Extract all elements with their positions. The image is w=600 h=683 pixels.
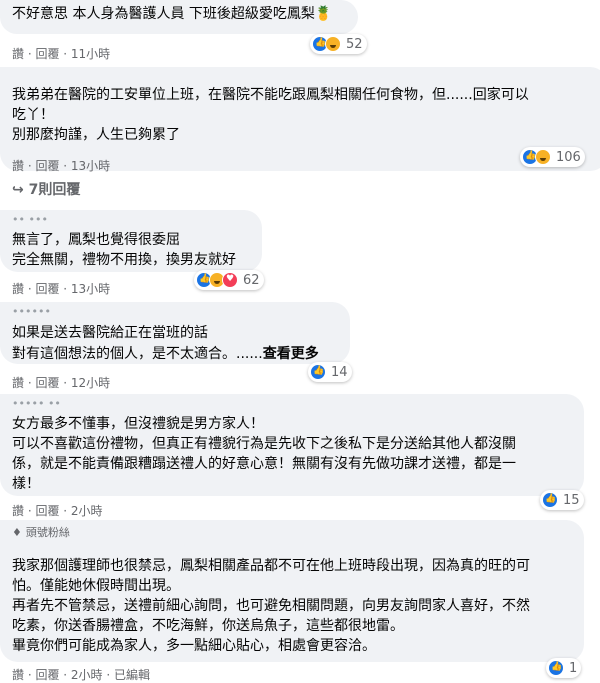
- reaction-count: 62: [243, 272, 260, 288]
- comment-actions[interactable]: 讚 · 回覆 · 13小時: [12, 157, 110, 174]
- comment-text: 女方最多不懂事，但沒禮貌是男方家人！ 可以不喜歡這份禮物，但真正有禮貌行為是先收…: [12, 416, 516, 492]
- haha-icon: [325, 36, 341, 52]
- reaction-summary[interactable]: 1: [546, 658, 582, 678]
- badge-label: 頭號粉絲: [25, 526, 70, 539]
- comment-actions[interactable]: 讚 · 回覆 · 11小時: [12, 45, 110, 62]
- comment-actions[interactable]: 讚 · 回覆 · 13小時: [12, 280, 110, 297]
- comment-bubble: •• ••• 無言了，鳳梨也覺得很委屈 完全無關，禮物不用換，換男友就好: [0, 210, 262, 272]
- comment-actions[interactable]: 讚 · 回覆 · 12小時: [12, 374, 110, 391]
- comment-text: 無言了，鳳梨也覺得很委屈 完全無關，禮物不用換，換男友就好: [12, 232, 236, 268]
- comment-text: 我弟弟在醫院的工安單位上班，在醫院不能吃跟鳳梨相關任何食物，但......回家可…: [12, 87, 529, 143]
- reaction-count: 1: [569, 660, 578, 676]
- reaction-summary[interactable]: 14: [308, 362, 352, 382]
- comment-bubble: •••••• 如果是送去醫院給正在當班的話 對有這個想法的個人，是不太適合。..…: [0, 302, 350, 364]
- author-name[interactable]: •• •••: [12, 210, 262, 230]
- see-more-link[interactable]: 查看更多: [263, 346, 319, 362]
- comment-text: 我家那個護理師也很禁忌，鳳梨相關產品都不可在他上班時段出現，因為真的旺的可 怕。…: [12, 558, 530, 654]
- reaction-count: 52: [346, 36, 363, 52]
- diamond-icon: ♦: [12, 525, 22, 539]
- comment-text: 不好意思 本人身為醫護人員 下班後超級愛吃鳳梨🍍: [12, 6, 333, 22]
- top-fan-badge[interactable]: ♦ 頭號粉絲: [12, 520, 584, 540]
- reaction-count: 14: [331, 364, 348, 380]
- reaction-summary[interactable]: 15: [540, 490, 584, 510]
- view-replies-link[interactable]: ↪ 7則回覆: [12, 179, 80, 199]
- reaction-summary[interactable]: 52: [310, 34, 367, 54]
- reply-arrow-icon: ↪: [12, 182, 29, 198]
- comment-actions[interactable]: 讚 · 回覆 · 2小時 · 已編輯: [12, 666, 150, 683]
- author-name[interactable]: [12, 67, 600, 85]
- comment-actions[interactable]: 讚 · 回覆 · 2小時: [12, 502, 103, 519]
- reaction-summary[interactable]: 106: [520, 147, 585, 167]
- reaction-count: 15: [563, 492, 580, 508]
- replies-label: 7則回覆: [28, 182, 81, 198]
- comment-bubble: ••••• •• 女方最多不懂事，但沒禮貌是男方家人！ 可以不喜歡這份禮物，但真…: [0, 394, 584, 496]
- comment-bubble: 我弟弟在醫院的工安單位上班，在醫院不能吃跟鳳梨相關任何食物，但......回家可…: [0, 67, 600, 171]
- like-icon: [542, 492, 558, 508]
- author-name[interactable]: ••••• ••: [12, 394, 584, 414]
- heart-icon: [222, 272, 238, 288]
- comment-text: 如果是送去醫院給正在當班的話 對有這個想法的個人，是不太適合。......: [12, 325, 263, 362]
- author-name[interactable]: ••••••: [12, 302, 350, 322]
- reaction-summary[interactable]: 62: [194, 270, 264, 290]
- like-icon: [310, 364, 326, 380]
- comment-bubble: 不好意思 本人身為醫護人員 下班後超級愛吃鳳梨🍍: [0, 0, 358, 34]
- reaction-count: 106: [556, 149, 581, 165]
- haha-icon: [535, 149, 551, 165]
- author-name[interactable]: [12, 540, 584, 556]
- comment-bubble: ♦ 頭號粉絲 我家那個護理師也很禁忌，鳳梨相關產品都不可在他上班時段出現，因為真…: [0, 520, 584, 662]
